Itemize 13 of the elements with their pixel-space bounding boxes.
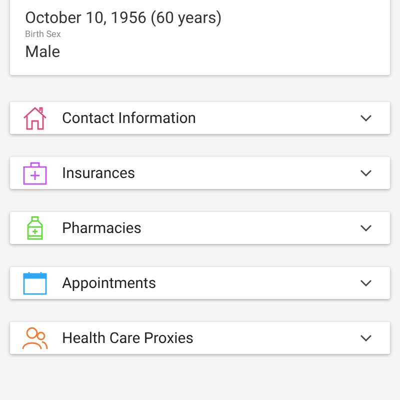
section-header[interactable]: Health Care Proxies bbox=[10, 322, 390, 354]
section-header[interactable]: Pharmacies bbox=[10, 212, 390, 244]
field-value: Male bbox=[25, 42, 62, 61]
chevron-icon bbox=[360, 279, 372, 287]
field-label: Birth Sex bbox=[25, 30, 62, 40]
field-value: October 10, 1956 (60 years) bbox=[25, 8, 223, 27]
section-header[interactable]: Contact Information bbox=[10, 102, 390, 134]
section-header[interactable]: Appointments bbox=[10, 267, 390, 299]
section-header[interactable]: Insurances bbox=[10, 157, 390, 189]
chevron-icon bbox=[360, 334, 372, 342]
chevron-icon bbox=[360, 224, 372, 232]
chevron-icon bbox=[360, 169, 372, 177]
chevron-icon bbox=[360, 114, 372, 122]
